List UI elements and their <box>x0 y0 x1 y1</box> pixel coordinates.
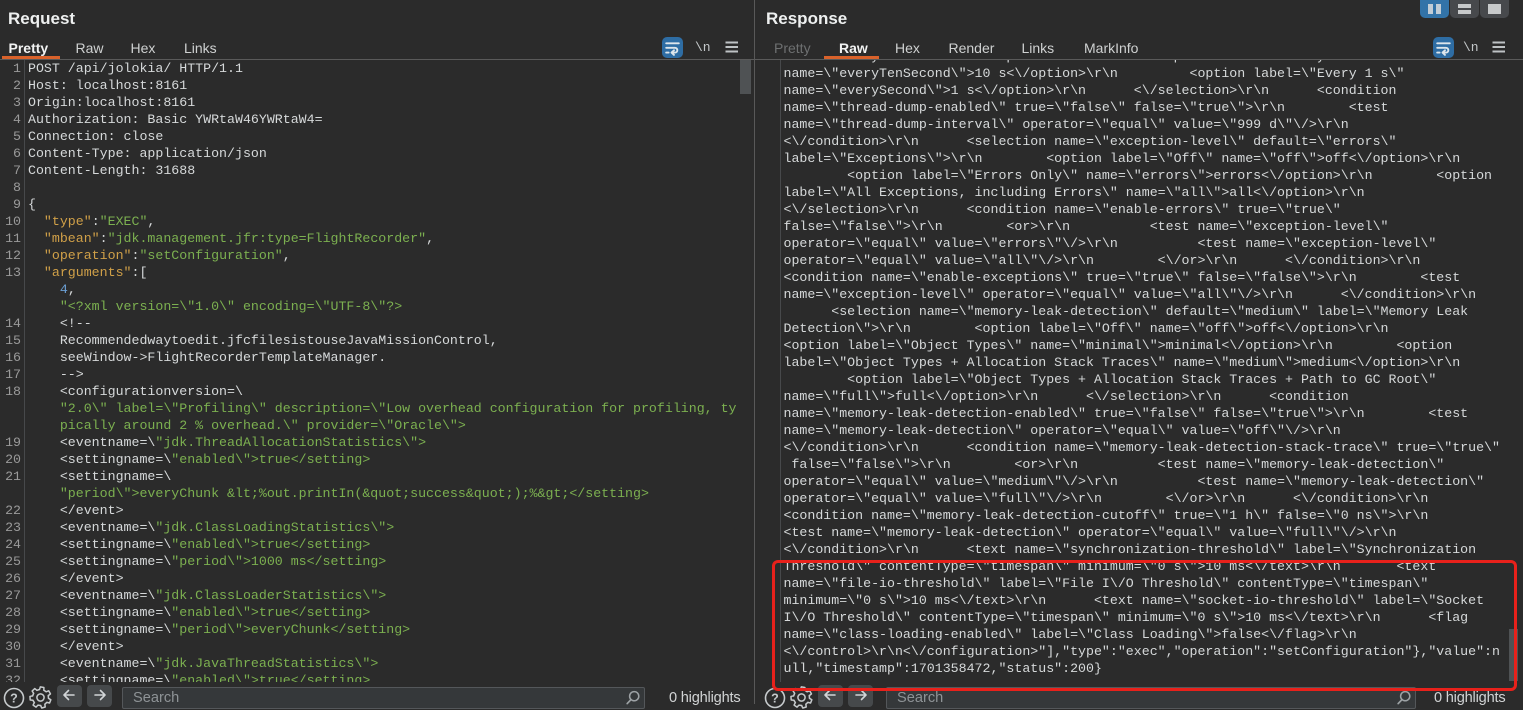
svg-text:?: ? <box>10 692 18 706</box>
svg-text:?: ? <box>771 692 779 706</box>
